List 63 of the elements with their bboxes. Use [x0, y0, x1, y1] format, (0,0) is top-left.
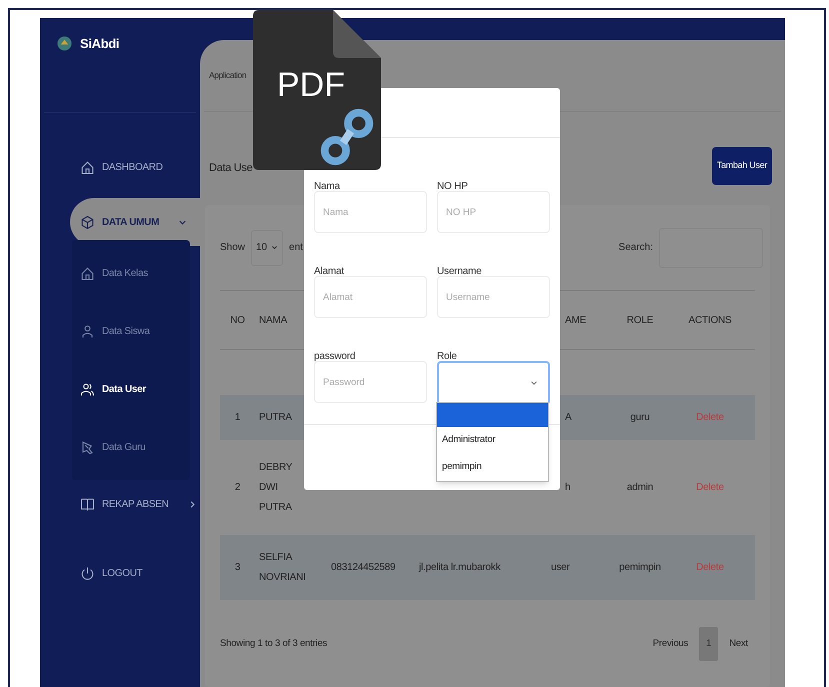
- column-header: NAMA: [259, 314, 288, 328]
- cube-icon: [80, 214, 95, 230]
- table-cell-text: admin: [626, 481, 654, 495]
- add-user-button[interactable]: Tambah User: [712, 147, 772, 185]
- document-icon: [253, 10, 381, 170]
- column-header: NO: [230, 314, 245, 328]
- brand-name: SiAbdi: [80, 35, 120, 53]
- table-cell-text: 083124452589: [331, 561, 396, 575]
- search-label: Search:: [618, 241, 653, 255]
- table-cell-text: PUTRA: [259, 410, 292, 424]
- table-cell-text: jl.pelita lr.mubarokk: [419, 561, 500, 575]
- dropdown-option[interactable]: pemimpin: [437, 454, 548, 481]
- input-field[interactable]: Password: [314, 361, 427, 403]
- table-cell-text: h: [565, 481, 570, 495]
- table-cell-text: user: [551, 561, 570, 575]
- page-size-select[interactable]: 10: [251, 230, 284, 266]
- field-label: password: [314, 351, 356, 362]
- dropdown-option[interactable]: Administrator: [437, 427, 548, 454]
- column-header: ACTIONS: [688, 314, 732, 328]
- show-label: Show: [220, 241, 246, 255]
- table-cell-text: 1: [234, 411, 240, 425]
- submenu-item[interactable]: Data User: [72, 360, 190, 418]
- table-cell-text: guru: [630, 411, 650, 425]
- column-header: ROLE: [626, 314, 654, 328]
- nav-item[interactable]: LOGOUT: [70, 549, 200, 597]
- table-cell-text: DEBRY DWI PUTRA: [259, 460, 292, 514]
- submenu-item[interactable]: Data Siswa: [72, 302, 190, 360]
- input-field[interactable]: NO HP: [437, 191, 550, 233]
- input-field[interactable]: Alamat: [314, 276, 427, 318]
- table-cell-text: 3: [234, 561, 240, 575]
- pdf-label: PDF: [277, 68, 345, 102]
- table-cell-text: A: [565, 411, 572, 425]
- field-label: Username: [437, 266, 482, 277]
- column-header: AME: [565, 314, 586, 328]
- breadcrumb[interactable]: Application: [209, 69, 246, 82]
- entries-info: Showing 1 to 3 of 3 entries: [220, 636, 328, 651]
- input-field[interactable]: Nama: [314, 191, 427, 233]
- field-label: Nama: [314, 181, 340, 192]
- page-link[interactable]: 1: [699, 627, 718, 661]
- entries-label: ent: [289, 241, 303, 255]
- field-label: Role: [437, 351, 457, 362]
- input-field[interactable]: Username: [437, 276, 550, 318]
- book-icon: [80, 496, 95, 512]
- house-icon: [80, 160, 95, 174]
- nav-item[interactable]: REKAP ABSEN: [70, 480, 200, 528]
- page-title: Data Use: [209, 161, 252, 176]
- field-label: NO HP: [437, 181, 468, 192]
- nav-item[interactable]: DASHBOARD: [70, 143, 200, 191]
- page-link[interactable]: Previous: [646, 627, 696, 661]
- table-cell-text: 2: [234, 481, 240, 495]
- field-label: Alamat: [314, 266, 344, 277]
- page-link[interactable]: Next: [722, 627, 755, 661]
- logo-icon: [57, 36, 72, 51]
- submenu-item[interactable]: Data Kelas: [72, 244, 190, 302]
- people-icon: [80, 382, 95, 396]
- chevron-down-icon: [271, 244, 278, 251]
- house-icon: [80, 266, 95, 280]
- person-icon: [80, 324, 95, 338]
- submenu-item[interactable]: Data Guru: [72, 418, 190, 476]
- chevron-down-icon: [530, 379, 538, 387]
- power-icon: [80, 566, 95, 580]
- table-cell-text: pemimpin: [619, 561, 661, 575]
- table-cell-text: SELFIA NOVRIANI: [259, 550, 306, 584]
